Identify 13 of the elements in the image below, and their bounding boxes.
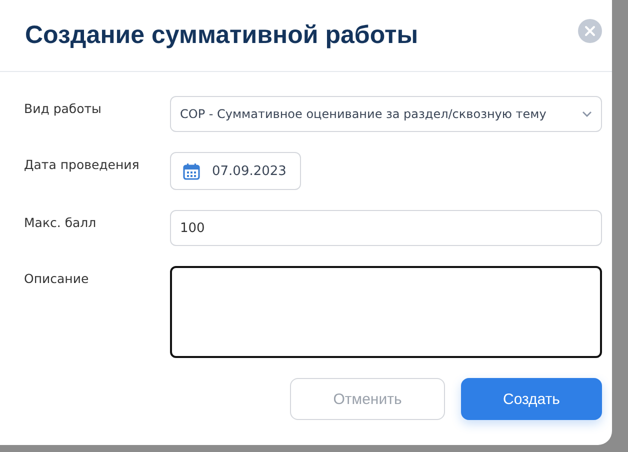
create-button[interactable]: Создать — [461, 378, 602, 420]
field-label: Описание — [24, 270, 90, 286]
input-field[interactable]: 100 — [170, 210, 602, 246]
field-label: Вид работы — [24, 100, 102, 116]
dropdown[interactable]: СОР - Суммативное оценивание за раздел/сквозную тему — [170, 96, 602, 132]
calendar-icon — [183, 162, 200, 180]
dialog-title: Создание суммативной работы — [25, 21, 418, 50]
field-label: Макс. балл — [24, 214, 98, 230]
field-label: Дата проведения — [24, 156, 140, 172]
chevron-down-icon — [582, 111, 592, 117]
text-area[interactable] — [170, 266, 602, 358]
date-field[interactable]: 07.09.2023 — [170, 152, 302, 190]
close-icon — [584, 24, 596, 36]
